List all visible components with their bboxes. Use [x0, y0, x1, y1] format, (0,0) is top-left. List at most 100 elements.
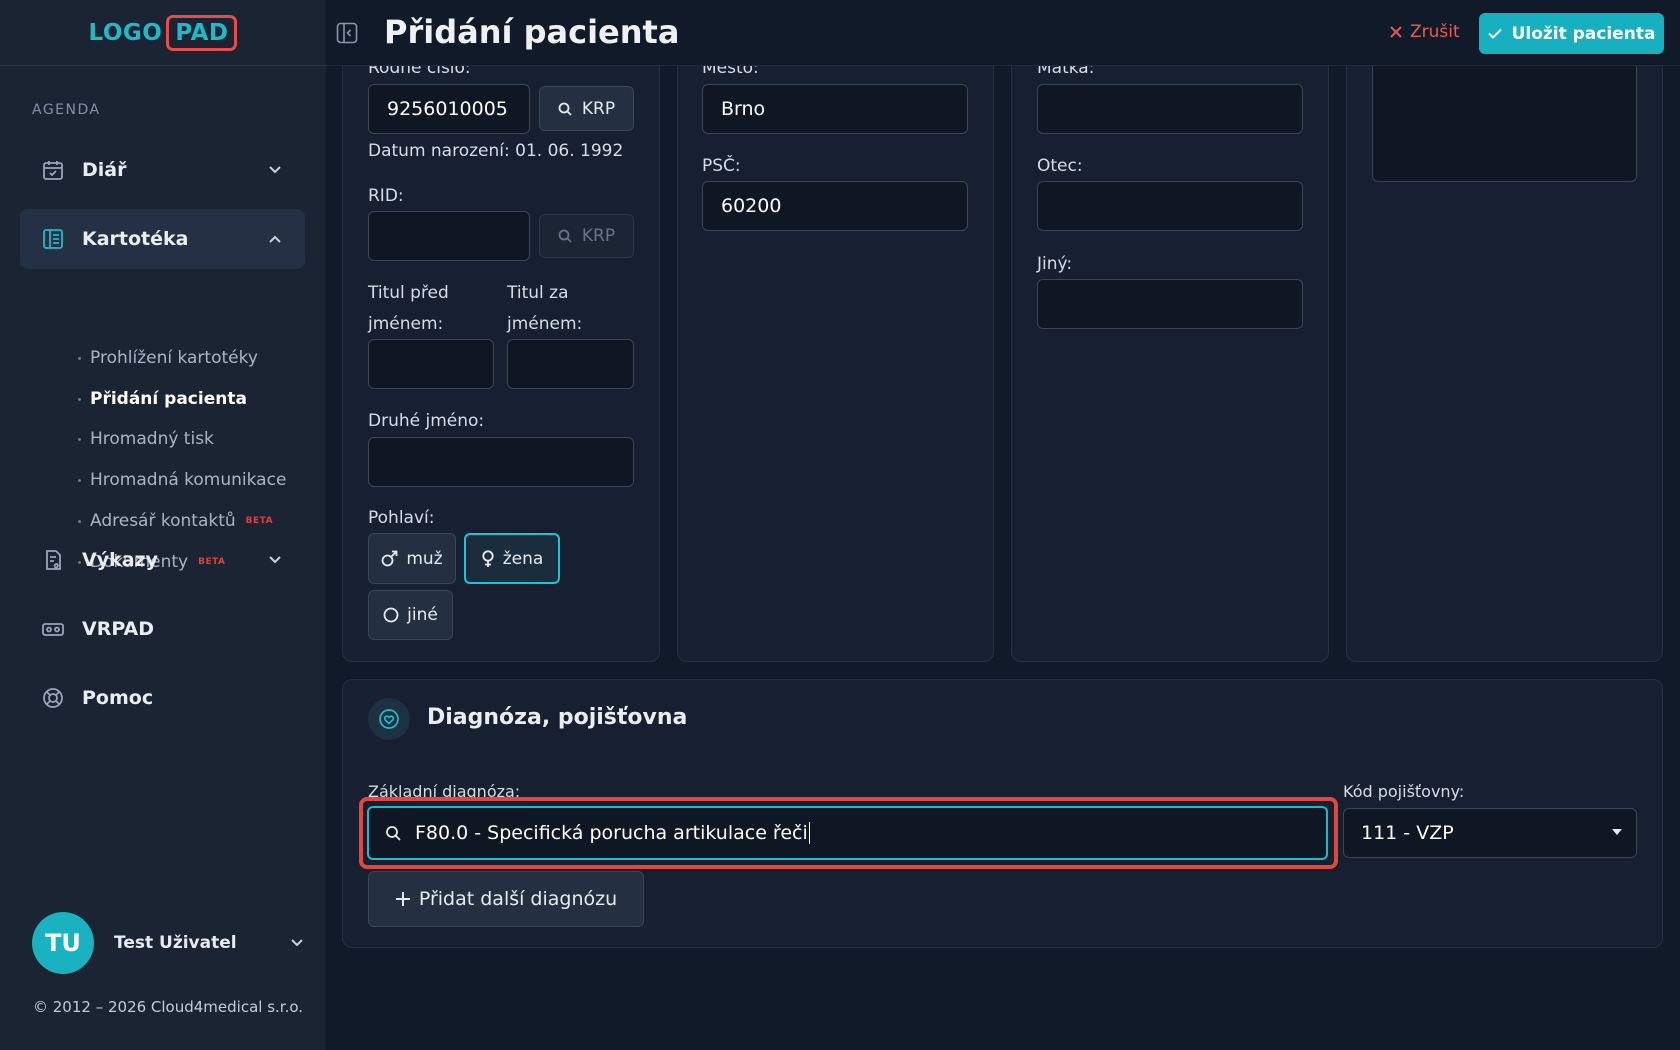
sidebar-item-label: Pomoc	[82, 687, 154, 709]
search-icon	[385, 825, 401, 841]
krp-label: KRP	[581, 226, 616, 246]
title-after-label: Titul za	[507, 283, 569, 303]
copyright: © 2012 – 2026 Cloud4medical s.r.o.	[33, 998, 304, 1016]
calendar-check-icon	[40, 157, 66, 183]
father-label: Otec:	[1037, 156, 1083, 176]
gender-option-label: jiné	[407, 605, 438, 625]
rid-label: RID:	[368, 186, 404, 206]
subnav-item-adresar[interactable]: Adresář kontaktů BETA	[78, 511, 273, 531]
gender-female-button[interactable]: žena	[464, 533, 560, 584]
sidebar-item-label: Diář	[82, 159, 127, 181]
sidebar-item-label: Výkazy	[82, 549, 158, 571]
notes-textarea[interactable]	[1372, 50, 1637, 182]
bullet	[78, 437, 81, 441]
subnav-item-pridani[interactable]: Přidání pacienta	[78, 389, 247, 409]
insurance-value: 111 - VZP	[1361, 822, 1454, 844]
diagnosis-section-title: Diagnóza, pojišťovna	[427, 705, 688, 730]
insurance-label: Kód pojišťovny:	[1343, 782, 1465, 801]
krp-rid-button[interactable]: KRP	[539, 214, 634, 258]
other-input[interactable]	[1037, 279, 1303, 329]
father-input[interactable]	[1037, 181, 1303, 231]
chevron-down-icon	[261, 162, 289, 178]
female-icon	[481, 549, 495, 568]
krp-search-button[interactable]: KRP	[539, 86, 634, 131]
add-diagnosis-button[interactable]: Přidat další diagnózu	[368, 871, 644, 927]
user-menu[interactable]: TU Test Uživatel	[32, 912, 303, 974]
title-before-label-2: jménem:	[368, 314, 444, 334]
gender-other-button[interactable]: jiné	[368, 590, 453, 640]
beta-badge: BETA	[245, 516, 274, 526]
sidebar-item-diar[interactable]: Diář	[20, 140, 305, 200]
page-title: Přidání pacienta	[384, 13, 680, 51]
sidebar-item-vykazy[interactable]: Výkazy	[20, 530, 305, 590]
second-name-input[interactable]	[368, 437, 634, 487]
other-label: Jiný:	[1037, 254, 1073, 274]
rid-input[interactable]	[368, 211, 530, 261]
search-icon	[558, 229, 572, 243]
subnav-item-prohlizeni[interactable]: Prohlížení kartotéky	[78, 348, 258, 368]
gender-option-label: žena	[502, 548, 544, 569]
subnav-item-label: Prohlížení kartotéky	[90, 348, 258, 368]
plus-icon	[395, 891, 411, 907]
logo-text: LOGO	[88, 19, 163, 46]
report-icon	[40, 547, 66, 573]
sidebar-item-pomoc[interactable]: Pomoc	[20, 668, 305, 728]
title-after-label-2: jménem:	[507, 314, 583, 334]
user-name: Test Uživatel	[114, 933, 237, 953]
subnav-item-label: Hromadná komunikace	[90, 470, 287, 490]
app-logo[interactable]: LOGO PAD	[88, 14, 238, 51]
logo-badge: PAD	[166, 14, 238, 51]
title-before-input[interactable]	[368, 339, 494, 389]
check-icon	[1487, 28, 1502, 39]
subnav-item-label: Hromadný tisk	[90, 429, 214, 449]
cancel-button[interactable]: Zrušit	[1390, 22, 1460, 42]
subnav-item-label: Přidání pacienta	[90, 389, 247, 409]
dropdown-arrow-icon	[1612, 829, 1622, 835]
zip-input[interactable]: 60200	[702, 181, 968, 231]
save-label: Uložit pacienta	[1511, 23, 1656, 44]
subnav-item-hromadny-tisk[interactable]: Hromadný tisk	[78, 429, 214, 449]
sidebar: LOGO PAD AGENDA Diář Kartotéka Prohlížen…	[0, 0, 326, 1050]
birth-date-text: Datum narození: 01. 06. 1992	[368, 141, 624, 161]
sidebar-item-label: Kartotéka	[82, 228, 189, 250]
birth-number-input[interactable]: 9256010005	[368, 84, 530, 134]
chevron-up-icon	[261, 231, 289, 247]
page-header: Přidání pacienta Zrušit Uložit pacienta	[326, 0, 1680, 66]
main-diagnosis-input[interactable]: F80.0 - Specifická porucha artikulace ře…	[367, 806, 1328, 860]
logo-bar: LOGO PAD	[0, 0, 326, 66]
save-patient-button[interactable]: Uložit pacienta	[1479, 13, 1664, 54]
gender-male-button[interactable]: muž	[368, 533, 456, 584]
main-diagnosis-value: F80.0 - Specifická porucha artikulace ře…	[415, 822, 808, 844]
insurance-select[interactable]: 111 - VZP	[1343, 808, 1637, 858]
card-file-icon	[40, 226, 66, 252]
chevron-down-icon	[290, 936, 303, 951]
sidebar-collapse-icon[interactable]	[336, 22, 358, 44]
search-icon	[558, 102, 572, 116]
second-name-label: Druhé jméno:	[368, 411, 485, 431]
avatar: TU	[32, 912, 94, 974]
gender-label: Pohlaví:	[368, 508, 435, 528]
lifebuoy-icon	[40, 685, 66, 711]
text-caret	[808, 822, 810, 844]
krp-label: KRP	[581, 98, 616, 119]
vr-headset-icon	[40, 616, 66, 642]
sidebar-item-vrpad[interactable]: VRPAD	[20, 599, 305, 659]
bullet	[78, 519, 81, 523]
male-icon	[381, 550, 398, 567]
subnav-item-hromadna-komunikace[interactable]: Hromadná komunikace	[78, 470, 286, 490]
close-icon	[1390, 26, 1402, 38]
bullet	[78, 397, 81, 401]
title-before-label: Titul před	[368, 283, 449, 303]
sidebar-item-label: VRPAD	[82, 618, 154, 640]
title-after-input[interactable]	[507, 339, 634, 389]
city-input[interactable]: Brno	[702, 84, 968, 134]
sidebar-item-kartoteka[interactable]: Kartotéka	[20, 209, 305, 269]
circle-icon	[383, 607, 399, 623]
bullet	[78, 478, 81, 482]
subnav-item-label: Adresář kontaktů	[90, 511, 236, 531]
heart-shield-icon	[368, 698, 410, 740]
sidebar-section-label: AGENDA	[32, 102, 101, 118]
zip-label: PSČ:	[702, 156, 741, 176]
add-diagnosis-label: Přidat další diagnózu	[418, 888, 618, 910]
mother-input[interactable]	[1037, 84, 1303, 134]
